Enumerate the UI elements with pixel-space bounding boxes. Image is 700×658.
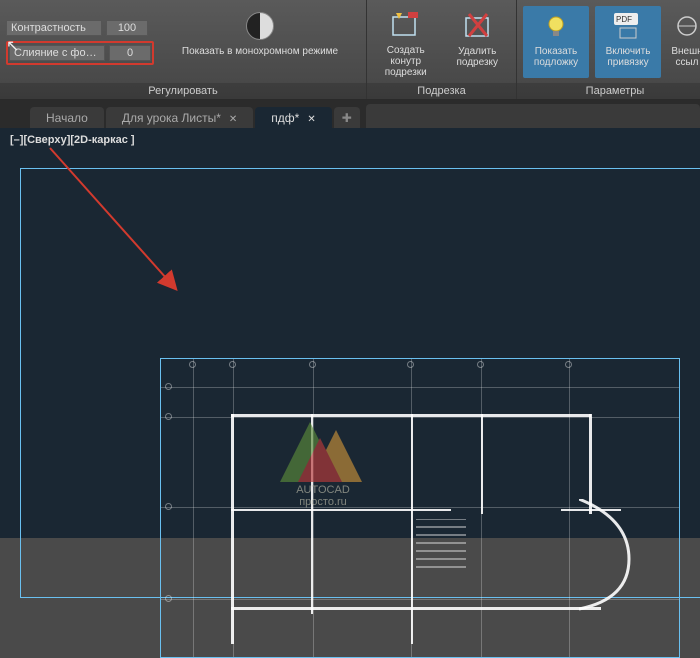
fade-label: Слияние с фон... [9,45,105,61]
tab-home-label: Начало [46,111,88,125]
external-links-icon [669,10,700,42]
tab-pdf-label: пдф* [271,111,299,125]
external-links-label: Внешн ссыл [667,46,700,68]
remove-clip-button[interactable]: Удалить подрезку [445,6,511,78]
view-controls-label[interactable]: [–][Сверху][2D-каркас ] [10,134,135,146]
pdf-snap-icon: PDF [610,10,646,42]
tabstrip-filler [366,104,700,128]
close-icon[interactable]: ✕ [307,114,315,125]
create-clip-button[interactable]: Создать конутр подрезки [373,6,439,78]
show-underlay-button[interactable]: Показать подложку [523,6,589,78]
ribbon-group-clip: Создать конутр подрезки Удалить подрезку… [367,0,517,99]
tab-sheets[interactable]: Для урока Листы* ✕ [106,107,253,129]
external-links-button[interactable]: Внешн ссыл [667,6,700,78]
contrast-row: Контрастность 100 [6,19,154,37]
fade-row: Слияние с фон... 0 [9,44,151,62]
tab-pdf[interactable]: пдф* ✕ [255,107,331,129]
monochrome-icon [242,10,278,42]
lightbulb-on-icon [538,10,574,42]
pdf-underlay-drawing[interactable] [160,358,680,658]
group-regulate-title: Регулировать [0,83,366,99]
enable-snap-label: Включить привязку [595,46,661,68]
model-viewport[interactable]: [–][Сверху][2D-каркас ] [0,128,700,538]
group-clip-title: Подрезка [367,83,516,99]
tab-home[interactable]: Начало [30,107,104,129]
fade-row-highlight: Слияние с фон... 0 [6,41,154,65]
ribbon-toolbar: Контрастность 100 Слияние с фон... 0 Пок… [0,0,700,100]
group-params-title: Параметры [517,83,700,99]
show-monochrome-button[interactable]: Показать в монохромном режиме [160,6,360,78]
enable-snap-button[interactable]: PDF Включить привязку [595,6,661,78]
show-underlay-label: Показать подложку [523,46,589,68]
contrast-value[interactable]: 100 [106,20,148,36]
remove-clip-label: Удалить подрезку [445,46,511,68]
ribbon-group-params: Показать подложку PDF Включить привязку … [517,0,700,99]
tab-sheets-label: Для урока Листы* [122,111,221,125]
close-icon[interactable]: ✕ [229,114,237,125]
new-tab-button[interactable]: ✚ [334,107,360,129]
monochrome-label: Показать в монохромном режиме [182,46,338,57]
contrast-label: Контрастность [6,20,102,36]
remove-clip-icon [459,10,495,42]
create-clip-label: Создать конутр подрезки [373,45,439,78]
create-clip-icon [388,10,424,41]
ribbon-group-regulate: Контрастность 100 Слияние с фон... 0 Пок… [0,0,367,99]
document-tabstrip: Начало Для урока Листы* ✕ пдф* ✕ ✚ [0,100,700,128]
svg-text:PDF: PDF [616,15,632,24]
fade-value[interactable]: 0 [109,45,151,61]
param-block: Контрастность 100 Слияние с фон... 0 [6,19,154,65]
